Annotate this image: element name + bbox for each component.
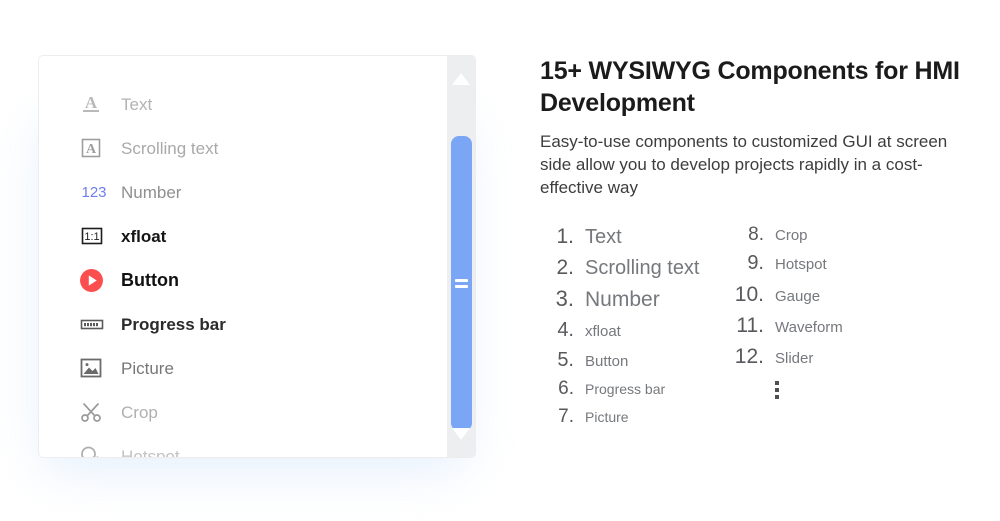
index-number: 6. <box>558 378 574 400</box>
component-row[interactable]: A Text <box>79 82 449 126</box>
index-row: 3. Number <box>540 283 730 316</box>
component-index-lists: 1. Text 2. Scrolling text 3. Number 4. xfloat 5.… <box>540 221 960 431</box>
svg-text:A: A <box>85 93 98 112</box>
index-label: Hotspot <box>775 256 827 274</box>
component-row[interactable]: Progress bar <box>79 302 449 346</box>
ratio-1-1-icon: 1:1 <box>79 221 113 251</box>
index-row: 5. Button <box>540 346 730 376</box>
vertical-ellipsis-icon <box>764 381 930 400</box>
index-number: 5. <box>557 348 574 371</box>
index-label: xfloat <box>585 323 621 341</box>
picture-icon <box>79 353 113 383</box>
index-number: 1. <box>556 225 574 249</box>
component-label: Number <box>121 182 182 202</box>
page-title: 15+ WYSIWYG Components for HMI Developme… <box>540 57 960 117</box>
index-number: 4. <box>557 319 574 342</box>
hotspot-icon <box>79 441 113 457</box>
triangle-up-icon <box>452 73 470 85</box>
index-label: Slider <box>775 350 814 368</box>
index-label: Waveform <box>775 319 843 337</box>
component-row[interactable]: 123 Number <box>79 170 449 214</box>
index-row: 10. Gauge <box>730 279 930 310</box>
svg-text:1:1: 1:1 <box>84 231 99 243</box>
index-row: 1. Text <box>540 221 730 252</box>
scroll-down-button[interactable] <box>447 419 475 449</box>
svg-text:123: 123 <box>81 184 106 201</box>
vertical-scrollbar[interactable] <box>447 56 475 457</box>
index-number: 11. <box>736 314 764 338</box>
page-root: A Text A Scrolling text 123 Number 1:1 xfloat Bu… <box>0 0 1000 521</box>
index-label: Button <box>585 352 629 370</box>
index-label: Gauge <box>775 288 821 306</box>
digits-123-icon: 123 <box>79 177 113 207</box>
component-row[interactable]: Button <box>79 258 449 302</box>
index-number: 3. <box>555 286 574 312</box>
index-label: Picture <box>585 409 629 426</box>
index-label: Crop <box>775 227 808 245</box>
index-number: 7. <box>558 406 574 428</box>
index-column-left: 1. Text 2. Scrolling text 3. Number 4. xfloat 5.… <box>540 221 730 431</box>
scroll-up-button[interactable] <box>447 64 475 94</box>
index-row: 11. Waveform <box>730 310 930 341</box>
component-label: Scrolling text <box>121 138 219 158</box>
component-row[interactable]: Hotspot <box>79 434 449 458</box>
index-column-right: 8. Crop 9. Hotspot 10. Gauge 11. Waveform 12. Sli… <box>730 221 930 431</box>
index-label: Scrolling text <box>585 257 700 280</box>
index-row: 12. Slider <box>730 341 930 372</box>
triangle-down-icon <box>452 428 470 440</box>
component-label: Button <box>121 270 179 290</box>
scissors-crop-icon <box>79 397 113 427</box>
index-row: 8. Crop <box>730 221 930 249</box>
component-row[interactable]: A Scrolling text <box>79 126 449 170</box>
play-button-icon <box>79 265 113 295</box>
index-number: 10. <box>734 283 764 307</box>
index-number: 9. <box>747 252 764 275</box>
component-palette-card: A Text A Scrolling text 123 Number 1:1 xfloat Bu… <box>38 55 476 458</box>
index-row: 6. Progress bar <box>540 375 730 403</box>
index-number: 12. <box>734 345 764 369</box>
index-label: Progress bar <box>585 381 666 398</box>
boxed-letter-a-icon: A <box>79 133 113 163</box>
component-label: Text <box>121 94 153 114</box>
component-label: Progress bar <box>121 314 226 334</box>
component-list[interactable]: A Text A Scrolling text 123 Number 1:1 xfloat Bu… <box>39 56 449 458</box>
progress-bar-icon <box>79 309 113 339</box>
scrollbar-thumb[interactable] <box>451 136 472 431</box>
svg-text:A: A <box>86 142 97 157</box>
component-row[interactable]: 1:1 xfloat <box>79 214 449 258</box>
index-number: 2. <box>556 256 574 280</box>
index-label: Text <box>585 226 622 249</box>
page-subtitle: Easy-to-use components to customized GUI… <box>540 132 948 198</box>
component-label: Hotspot <box>121 446 180 458</box>
component-label: Picture <box>121 358 174 378</box>
component-label: xfloat <box>121 226 167 246</box>
index-number: 8. <box>748 224 764 246</box>
component-row[interactable]: Crop <box>79 390 449 434</box>
component-row[interactable]: Picture <box>79 346 449 390</box>
index-row: 9. Hotspot <box>730 249 930 279</box>
info-panel: 15+ WYSIWYG Components for HMI Developme… <box>540 55 960 431</box>
index-row: 2. Scrolling text <box>540 252 730 283</box>
text-underline-icon: A <box>79 89 113 119</box>
index-label: Number <box>585 288 660 312</box>
index-row: 4. xfloat <box>540 316 730 346</box>
grip-lines-icon <box>455 277 468 291</box>
index-row: 7. Picture <box>540 403 730 431</box>
component-label: Crop <box>121 402 158 422</box>
